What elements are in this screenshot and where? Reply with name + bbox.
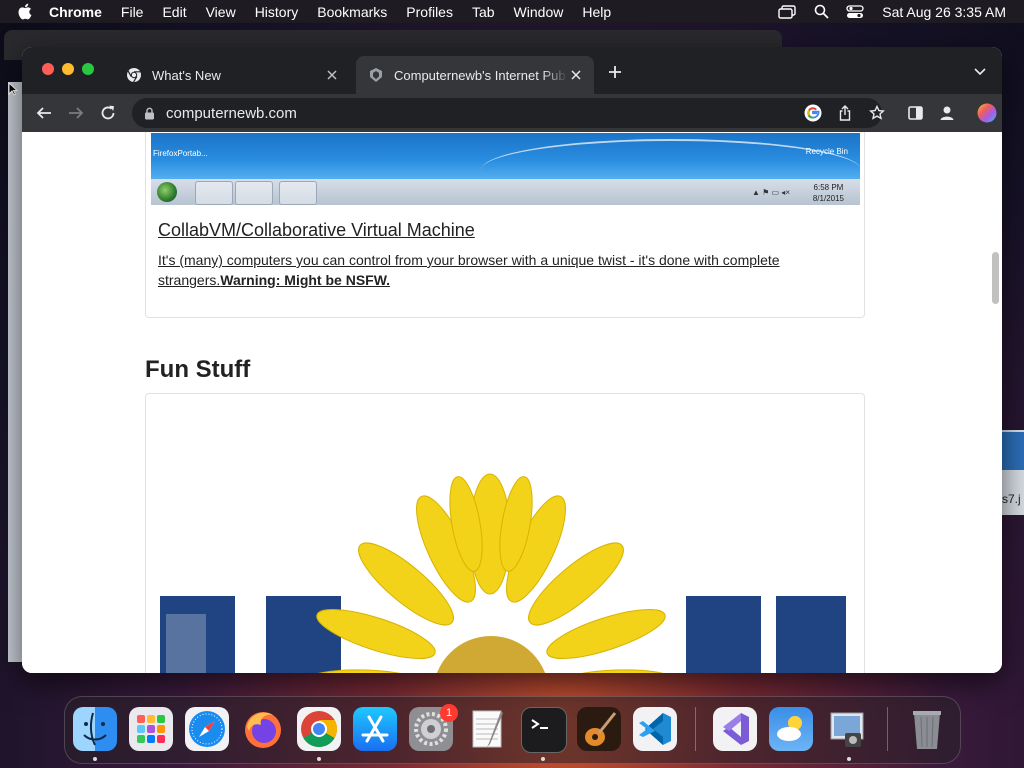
background-window-text: s7.j <box>1002 492 1021 506</box>
control-center-icon[interactable] <box>846 4 864 20</box>
collabvm-screenshot[interactable]: FirefoxPortab... Recycle Bin ▲ ⚑ ▭ ◂× 6:… <box>151 133 860 205</box>
apple-icon[interactable] <box>17 3 35 21</box>
trash-icon[interactable] <box>905 707 949 751</box>
chrome-icon <box>126 67 142 83</box>
running-indicator <box>93 757 97 761</box>
running-indicator <box>541 757 545 761</box>
sunflower-logo-image[interactable] <box>146 454 864 673</box>
finder-icon[interactable] <box>73 707 117 751</box>
new-tab-button[interactable] <box>606 63 624 81</box>
windows-desktop: FirefoxPortab... Recycle Bin <box>151 133 860 179</box>
tab-computernewb[interactable]: Computernewb's Internet Pub Ho <box>356 56 594 94</box>
terminal-icon[interactable] <box>521 707 567 753</box>
zoom-window-button[interactable] <box>82 63 94 75</box>
menu-tab[interactable]: Tab <box>472 4 495 20</box>
browser-toolbar: computernewb.com <box>22 94 1002 132</box>
dock <box>64 696 961 764</box>
forward-arrow-icon[interactable] <box>67 104 85 122</box>
menu-view[interactable]: View <box>206 4 236 20</box>
menu-bar: Chrome File Edit View History Bookmarks … <box>0 0 1024 23</box>
taskbar-date: 8/1/2015 <box>812 194 844 203</box>
chrome-icon[interactable] <box>297 707 341 751</box>
minimize-window-button[interactable] <box>62 63 74 75</box>
menu-file[interactable]: File <box>121 4 144 20</box>
launchpad-icon[interactable] <box>129 707 173 751</box>
recycle-bin-label: Recycle Bin <box>805 147 848 156</box>
tab-strip: What's New Computernewb's Internet Pub H… <box>22 47 1002 94</box>
app-store-icon[interactable] <box>353 707 397 751</box>
address-url: computernewb.com <box>166 104 297 122</box>
textedit-icon[interactable] <box>465 707 509 751</box>
collabvm-title-link[interactable]: CollabVM/Collaborative Virtual Machine <box>158 220 475 241</box>
preview-icon[interactable] <box>825 707 869 751</box>
running-indicator <box>317 757 321 761</box>
explorer-taskbar-icon <box>235 181 273 205</box>
computernewb-icon <box>368 67 384 83</box>
screen-mirroring-icon[interactable] <box>778 4 796 20</box>
close-tab-icon[interactable] <box>568 67 584 83</box>
tray-icons: ▲ ⚑ ▭ ◂× <box>751 188 790 197</box>
reload-icon[interactable] <box>99 104 117 122</box>
scrollbar-thumb[interactable] <box>992 252 999 304</box>
page-scrollbar[interactable] <box>988 132 1002 673</box>
windows-taskbar: ▲ ⚑ ▭ ◂× 6:58 PM 8/1/2015 <box>151 179 860 205</box>
vscode-icon[interactable] <box>633 707 677 751</box>
menu-bookmarks[interactable]: Bookmarks <box>317 4 387 20</box>
address-bar[interactable]: computernewb.com <box>132 98 885 128</box>
extension-color-icon[interactable] <box>977 103 997 123</box>
dock-separator <box>695 707 696 751</box>
app-taskbar-icon <box>279 181 317 205</box>
section-title-fun-stuff: Fun Stuff <box>145 356 251 383</box>
ie-taskbar-icon <box>195 181 233 205</box>
google-lens-icon[interactable] <box>804 104 822 122</box>
side-panel-icon[interactable] <box>906 104 924 122</box>
tab-search-chevron-icon[interactable] <box>972 64 988 80</box>
dock-separator <box>887 707 888 751</box>
fun-stuff-card <box>145 393 865 673</box>
lock-icon[interactable] <box>144 106 158 120</box>
menu-edit[interactable]: Edit <box>162 4 186 20</box>
garageband-icon[interactable] <box>577 707 621 751</box>
menu-history[interactable]: History <box>255 4 299 20</box>
menu-window[interactable]: Window <box>514 4 564 20</box>
page-viewport: FirefoxPortab... Recycle Bin ▲ ⚑ ▭ ◂× 6:… <box>22 132 1002 673</box>
profile-icon[interactable] <box>938 104 956 122</box>
collabvm-description-link[interactable]: It's (many) computers you can control fr… <box>158 250 838 290</box>
safari-icon[interactable] <box>185 707 229 751</box>
close-window-button[interactable] <box>42 63 54 75</box>
mouse-cursor-icon <box>8 81 19 101</box>
windows-start-orb-icon <box>157 182 177 202</box>
desktop-icon-label: FirefoxPortab... <box>153 149 208 158</box>
menu-help[interactable]: Help <box>582 4 611 20</box>
tab-whats-new[interactable]: What's New <box>114 56 350 94</box>
spotlight-search-icon[interactable] <box>812 4 830 20</box>
bookmark-star-icon[interactable] <box>869 105 885 121</box>
taskbar-clock: 6:58 PM 8/1/2015 <box>813 182 844 204</box>
firefox-icon[interactable] <box>241 707 285 751</box>
weather-icon[interactable] <box>769 707 813 751</box>
visual-studio-icon[interactable] <box>713 707 757 751</box>
settings-notification-badge: 1 <box>440 704 458 722</box>
collabvm-card: FirefoxPortab... Recycle Bin ▲ ⚑ ▭ ◂× 6:… <box>145 132 865 318</box>
menu-app-name[interactable]: Chrome <box>49 4 102 20</box>
close-tab-icon[interactable] <box>324 67 340 83</box>
tab-title: What's New <box>152 67 221 83</box>
running-indicator <box>847 757 851 761</box>
taskbar-time: 6:58 PM <box>813 183 844 192</box>
menubar-clock[interactable]: Sat Aug 26 3:35 AM <box>882 4 1006 20</box>
tab-title: Computernewb's Internet Pub Ho <box>394 67 568 83</box>
background-window-right: s7.j <box>1002 430 1024 515</box>
back-arrow-icon[interactable] <box>35 104 53 122</box>
nsfw-warning: Warning: Might be NSFW. <box>220 272 391 288</box>
share-icon[interactable] <box>837 105 853 121</box>
menu-profiles[interactable]: Profiles <box>406 4 453 20</box>
background-window-thumbnail <box>1002 432 1024 470</box>
browser-window: What's New Computernewb's Internet Pub H… <box>22 47 1002 673</box>
